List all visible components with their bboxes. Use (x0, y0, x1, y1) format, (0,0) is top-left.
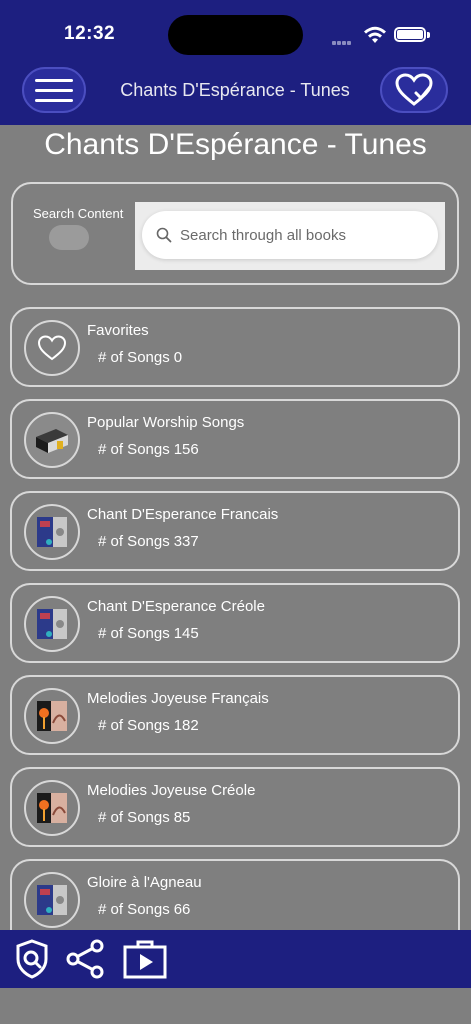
favorites-button[interactable] (380, 67, 448, 113)
song-count: # of Songs 156 (98, 441, 199, 458)
song-count: # of Songs 145 (98, 625, 199, 642)
song-count-value: 0 (173, 349, 183, 366)
hamburger-icon (35, 72, 73, 109)
status-bar: 12:32 (0, 0, 471, 62)
wifi-icon (364, 26, 386, 43)
book-item-popular-worship[interactable]: Popular Worship Songs # of Songs 156 (10, 399, 460, 479)
song-count: # of Songs 337 (98, 533, 199, 550)
heart-icon (24, 320, 80, 376)
song-count-value: 66 (173, 901, 191, 918)
song-count: # of Songs 0 (98, 349, 182, 366)
book-item-chant-esperance-francais[interactable]: Chant D'Esperance Francais # of Songs 337 (10, 491, 460, 571)
search-content-toggle[interactable] (49, 225, 89, 250)
book-title: Chant D'Esperance Créole (87, 598, 265, 615)
book-title: Chant D'Esperance Francais (87, 506, 279, 523)
song-count: # of Songs 182 (98, 717, 199, 734)
privacy-button[interactable] (10, 937, 54, 981)
song-count-label: # of Songs (98, 533, 170, 550)
song-count-label: # of Songs (98, 625, 170, 642)
book-cover-icon (24, 596, 80, 652)
search-icon (156, 227, 172, 243)
battery-icon (394, 27, 430, 42)
header-title: Chants D'Espérance - Tunes (120, 80, 350, 100)
page-title: Chants D'Espérance - Tunes (44, 128, 427, 161)
song-count-label: # of Songs (98, 901, 170, 918)
search-container (135, 202, 445, 270)
book-title: Melodies Joyeuse Français (87, 690, 269, 707)
song-count-label: # of Songs (98, 441, 170, 458)
search-input[interactable] (180, 226, 410, 244)
book-title: Gloire à l'Agneau (87, 874, 202, 891)
status-time: 12:32 (64, 23, 116, 44)
book-title: Popular Worship Songs (87, 414, 245, 431)
menu-button[interactable] (22, 67, 86, 113)
book-item-gloire-agneau[interactable]: Gloire à l'Agneau # of Songs 66 (10, 859, 460, 931)
book-title: Melodies Joyeuse Créole (87, 782, 256, 799)
book-icon (24, 412, 80, 468)
share-icon (66, 939, 104, 979)
book-item-favorites[interactable]: Favorites # of Songs 0 (10, 307, 460, 387)
book-cover-icon (24, 872, 80, 928)
book-cover-icon (24, 504, 80, 560)
book-item-melodies-joyeuse-francais[interactable]: Melodies Joyeuse Français # of Songs 182 (10, 675, 460, 755)
song-count-value: 337 (173, 533, 199, 550)
bottom-toolbar (0, 930, 471, 988)
privacy-shield-icon (16, 939, 48, 979)
song-count-value: 156 (173, 441, 199, 458)
book-cover-icon (24, 688, 80, 744)
tutorial-video-icon (123, 940, 167, 979)
song-count-value: 182 (173, 717, 199, 734)
heart-check-icon (395, 73, 433, 106)
song-count-value: 85 (173, 809, 191, 826)
search-bar[interactable] (142, 211, 438, 259)
song-count-value: 145 (173, 625, 199, 642)
book-title: Favorites (87, 322, 149, 339)
share-button[interactable] (64, 937, 108, 981)
search-panel: Search Content (11, 182, 459, 285)
song-count: # of Songs 85 (98, 809, 190, 826)
book-cover-icon (24, 780, 80, 836)
app-header: 12:32 Chants D'Espérance - Tunes (0, 0, 471, 125)
song-count-label: # of Songs (98, 717, 170, 734)
song-count-label: # of Songs (98, 349, 170, 366)
song-count: # of Songs 66 (98, 901, 190, 918)
tutorial-button[interactable] (122, 937, 167, 981)
book-item-melodies-joyeuse-creole[interactable]: Melodies Joyeuse Créole # of Songs 85 (10, 767, 460, 847)
book-item-chant-esperance-creole[interactable]: Chant D'Esperance Créole # of Songs 145 (10, 583, 460, 663)
cellular-signal-icon (332, 32, 352, 50)
song-count-label: # of Songs (98, 809, 170, 826)
search-content-label: Search Content (33, 206, 124, 221)
dynamic-island (168, 15, 303, 55)
